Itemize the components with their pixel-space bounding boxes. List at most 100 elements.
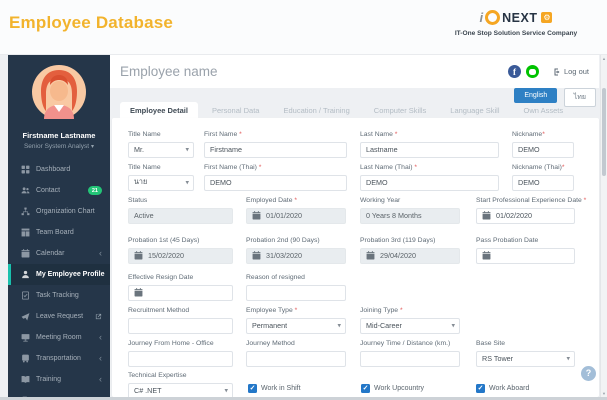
field-reason-of-resigned-label: Reason of resigned: [246, 273, 346, 283]
sidebar-item-meeting-room[interactable]: Meeting Room ‹: [8, 327, 110, 348]
field-journey-method-input[interactable]: [246, 350, 346, 367]
field-effective-resign-date-input[interactable]: [128, 284, 233, 301]
selected-value: C# .NET: [134, 386, 162, 396]
field-employee-type-select[interactable]: Permanent ▾: [246, 317, 346, 334]
help-button[interactable]: ?: [581, 366, 596, 381]
field-journey-from-home-office: Journey From Home - Office: [128, 339, 233, 367]
field-label-text: Last Name (Thai): [360, 164, 415, 171]
sidebar-item-team-board[interactable]: Team Board: [8, 222, 110, 243]
caret-down-icon: ▾: [185, 179, 189, 187]
field-base-site-select[interactable]: RS Tower ▾: [476, 350, 575, 367]
sidebar-menu: Dashboard Contact 21 Organization Chart Team…: [8, 159, 110, 400]
field-joining-type: Joining Type * Mid-Career ▾: [360, 306, 460, 334]
sidebar-item-my-employee-profile[interactable]: My Employee Profile: [8, 264, 110, 285]
field-probation-2nd-input[interactable]: 31/03/2020: [246, 247, 346, 264]
field-start-professional-experience-date-input[interactable]: 01/02/2020: [476, 207, 575, 224]
facebook-icon[interactable]: f: [507, 65, 521, 78]
field-label-text: First Name: [204, 131, 240, 138]
field-journey-from-home-office-input[interactable]: [128, 350, 233, 367]
field-value: Firstname: [210, 145, 242, 155]
field-label-text: Journey Time / Distance (km.): [360, 340, 451, 347]
vertical-scrollbar[interactable]: ▲ ▼: [600, 55, 607, 400]
sidebar-item-label: Team Board: [36, 229, 74, 236]
field-nickname-en-label: Nickname*: [512, 130, 574, 140]
language-english-button[interactable]: English: [514, 88, 558, 103]
sidebar-item-task-tracking[interactable]: Task Tracking: [8, 285, 110, 306]
field-pass-probation-date-input[interactable]: [476, 247, 575, 264]
field-label-text: Probation 2nd (90 Days): [246, 237, 320, 244]
logout-icon: [554, 68, 560, 75]
field-last-name-en-input[interactable]: Lastname: [360, 141, 499, 158]
sidebar-item-dashboard[interactable]: Dashboard: [8, 159, 110, 180]
calendar-icon: [134, 288, 143, 297]
field-probation-1st-label: Probation 1st (45 Days): [128, 236, 233, 246]
field-probation-2nd-label: Probation 2nd (90 Days): [246, 236, 346, 246]
field-working-year-input[interactable]: 0 Years 8 Months: [360, 207, 460, 224]
checkbox-work-upcountry: ✓ Work Upcountry: [361, 384, 424, 393]
field-title-name-en-select[interactable]: Mr. ▾: [128, 141, 194, 158]
chevron-collapse-icon: ‹: [99, 353, 102, 363]
scrollbar-thumb[interactable]: [602, 88, 606, 176]
field-label-text: Base Site: [476, 340, 506, 347]
scroll-down-icon[interactable]: ▼: [601, 391, 607, 396]
field-employed-date-input[interactable]: 01/01/2020: [246, 207, 346, 224]
field-journey-time-distance: Journey Time / Distance (km.): [360, 339, 460, 367]
task-icon: [21, 291, 30, 300]
logo-c-ring-icon: [485, 10, 501, 25]
field-nickname-en-input[interactable]: DEMO: [512, 141, 574, 158]
field-probation-3rd-label: Probation 3rd (119 Days): [360, 236, 460, 246]
sidebar-item-training[interactable]: Training ‹: [8, 369, 110, 390]
sidebar-item-leave-request[interactable]: Leave Request: [8, 306, 110, 327]
checkbox-work-in-shift-box[interactable]: ✓: [248, 384, 257, 393]
gear-icon: ⚙: [541, 12, 553, 23]
field-base-site-label: Base Site: [476, 339, 575, 349]
field-journey-method: Journey Method: [246, 339, 346, 367]
field-recruitment-method-input[interactable]: [128, 317, 233, 334]
logout-button[interactable]: Log out: [553, 67, 589, 76]
field-joining-type-label: Joining Type *: [360, 306, 460, 316]
field-reason-of-resigned-input[interactable]: [246, 284, 346, 301]
sidebar-item-transportation[interactable]: Transportation ‹: [8, 348, 110, 369]
selected-value: นาย: [134, 177, 148, 187]
field-first-name-th-input[interactable]: DEMO: [204, 174, 347, 191]
field-probation-3rd: Probation 3rd (119 Days) 29/04/2020: [360, 236, 460, 264]
line-icon[interactable]: [525, 65, 539, 78]
sidebar-item-contact[interactable]: Contact 21: [8, 180, 110, 201]
field-value: 15/02/2020: [148, 251, 184, 261]
calendar-icon: [366, 251, 375, 260]
field-status-input[interactable]: Active: [128, 207, 233, 224]
field-start-professional-experience-date-label: Start Professional Experience Date *: [476, 196, 602, 206]
field-label-text: Employed Date: [246, 197, 295, 204]
field-joining-type-select[interactable]: Mid-Career ▾: [360, 317, 460, 334]
sidebar-user: Firstname Lastname Senior System Analyst…: [8, 55, 110, 150]
avatar: [32, 65, 86, 119]
scroll-up-icon[interactable]: ▲: [601, 56, 607, 61]
field-last-name-th-input[interactable]: DEMO: [360, 174, 499, 191]
app-title: Employee Database: [9, 13, 174, 32]
field-probation-1st: Probation 1st (45 Days) 15/02/2020: [128, 236, 233, 264]
field-title-name-th-label: Title Name: [128, 163, 194, 173]
field-label-text: Journey From Home - Office: [128, 340, 214, 347]
sidebar-item-calendar[interactable]: Calendar ‹: [8, 243, 110, 264]
caret-down-icon: ▾: [566, 355, 570, 363]
field-journey-time-distance-input[interactable]: [360, 350, 460, 367]
field-probation-1st-input[interactable]: 15/02/2020: [128, 247, 233, 264]
sidebar-item-organization-chart[interactable]: Organization Chart: [8, 201, 110, 222]
field-label-text: Journey Method: [246, 340, 295, 347]
field-first-name-en-input[interactable]: Firstname: [204, 141, 347, 158]
field-start-professional-experience-date: Start Professional Experience Date * 01/0…: [476, 196, 586, 224]
field-label-text: Technical Expertise: [128, 372, 187, 379]
org-chart-icon: [21, 207, 30, 216]
field-title-name-th-select[interactable]: นาย ▾: [128, 174, 194, 191]
field-probation-3rd-input[interactable]: 29/04/2020: [360, 247, 460, 264]
field-status-label: Status: [128, 196, 233, 206]
field-value: DEMO: [210, 178, 232, 188]
chevron-collapse-icon: ‹: [99, 374, 102, 384]
user-role-selector[interactable]: Senior System Analyst ▾: [8, 143, 110, 150]
checkbox-label: Work Aboard: [489, 385, 530, 392]
required-marker: *: [258, 164, 262, 171]
sidebar-item-label: Training: [36, 376, 62, 383]
checkbox-work-aboard-box[interactable]: ✓: [476, 384, 485, 393]
field-nickname-th-input[interactable]: DEMO: [512, 174, 574, 191]
checkbox-work-upcountry-box[interactable]: ✓: [361, 384, 370, 393]
